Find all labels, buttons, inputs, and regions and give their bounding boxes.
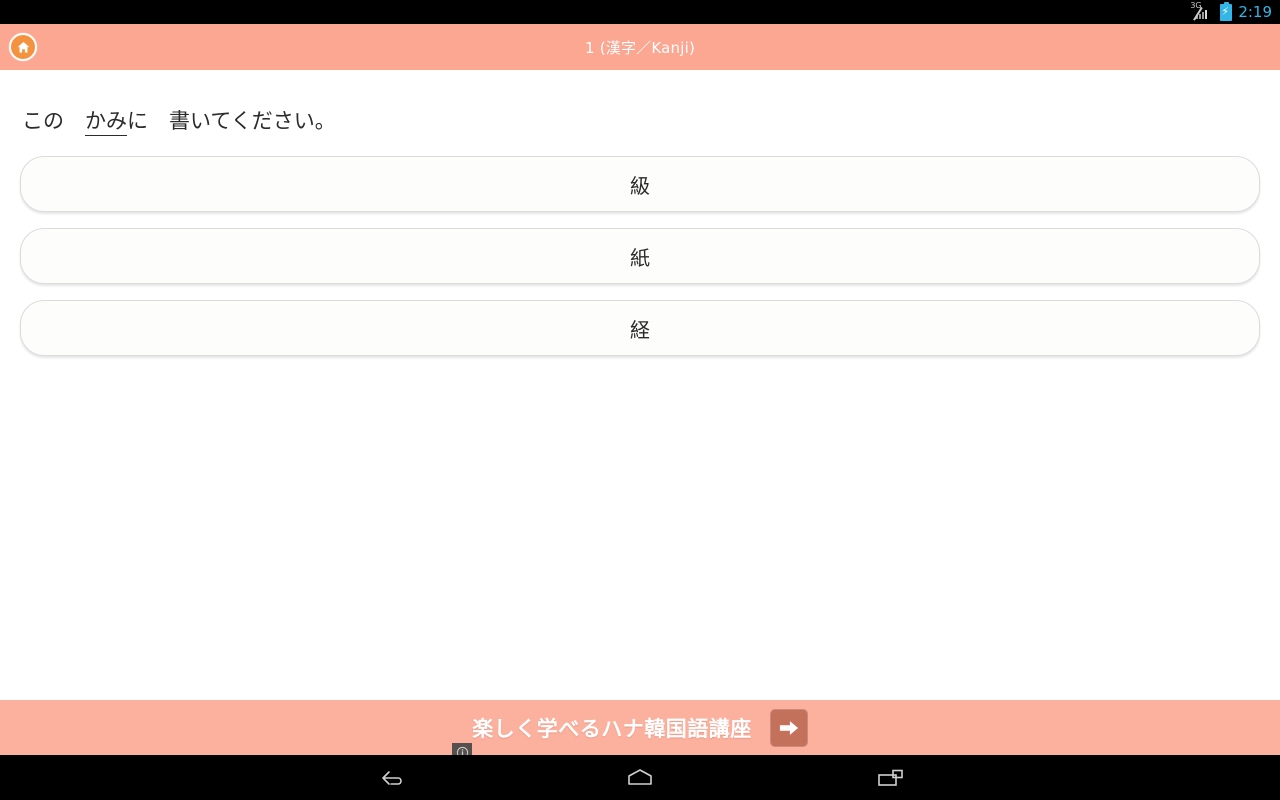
answer-choice-3[interactable]: 経 [20,300,1260,356]
arrow-right-icon[interactable] [769,708,808,747]
recent-apps-icon[interactable] [860,755,920,800]
answer-choice-label: 紙 [630,245,650,270]
android-navigation-bar [0,755,1280,800]
answer-choice-1[interactable]: 級 [20,156,1260,212]
question-suffix: に 書いてください。 [127,109,336,133]
ad-content: 楽しく学べるハナ韓国語講座 [452,708,808,763]
back-arrow-icon[interactable] [360,755,420,800]
status-bar-clock: 2:19 [1238,3,1272,21]
android-status-bar: 3G 2:19 [0,0,1280,24]
battery-charging-icon [1220,1,1233,21]
status-bar-right-cluster: 3G 2:19 [1190,0,1272,24]
answer-choice-list: 級 紙 経 [20,156,1260,372]
ad-headline: 楽しく学べるハナ韓国語講座 [472,716,752,741]
app-action-bar: 1 (漢字／Kanji) [0,24,1280,70]
app-screen: 3G 2:19 1 (漢字／Kanji) この かみに 書いてください。 級 紙… [0,0,1280,800]
question-text: この かみに 書いてください。 [22,104,336,138]
home-icon[interactable] [9,33,37,61]
ad-banner[interactable]: 楽しく学べるハナ韓国語講座 [0,700,1280,763]
answer-choice-2[interactable]: 紙 [20,228,1260,284]
home-pentagon-icon[interactable] [610,755,670,800]
page-title: 1 (漢字／Kanji) [584,38,696,57]
answer-choice-label: 級 [630,173,650,198]
question-underlined-word: かみ [85,109,127,136]
signal-bars-icon: 3G [1190,2,1214,21]
answer-choice-label: 経 [630,317,650,342]
question-prefix: この [22,109,85,133]
